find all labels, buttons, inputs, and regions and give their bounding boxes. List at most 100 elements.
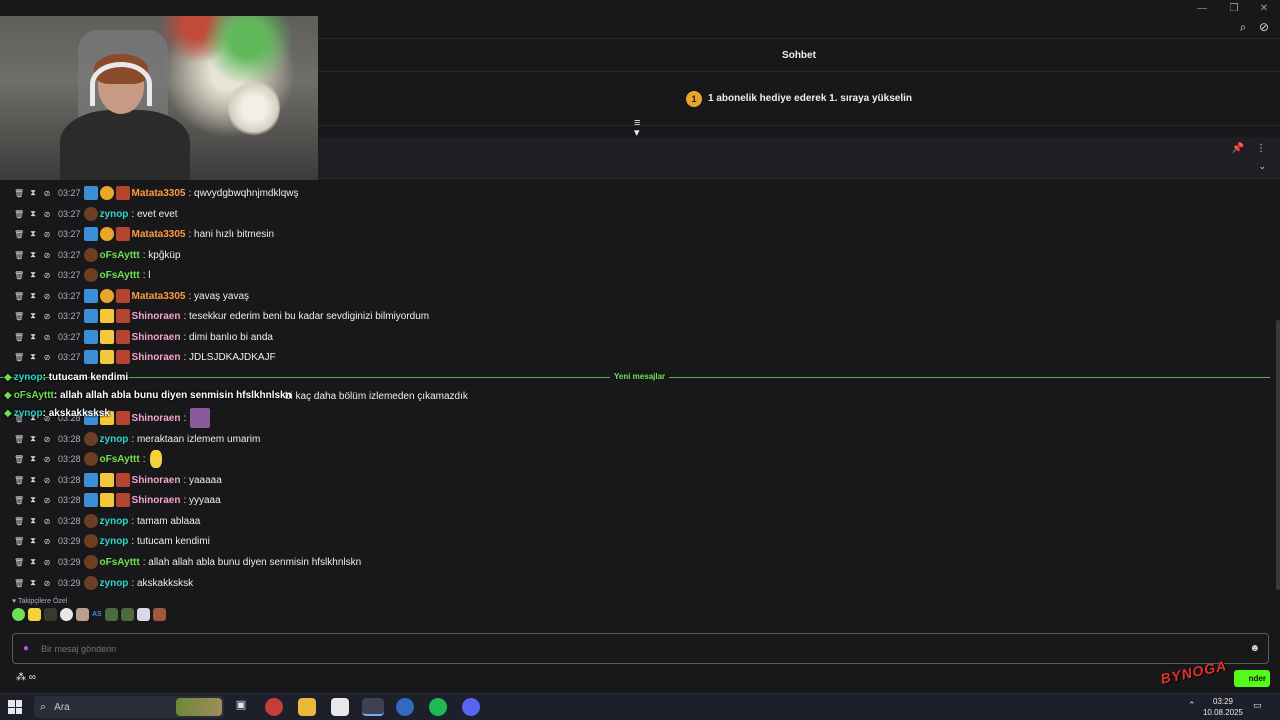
sub-gift-badge-icon[interactable]	[99, 289, 114, 303]
timeout-icon[interactable]: ⧗	[28, 311, 38, 321]
chat-message[interactable]: 🗑 ⧗ ⊘ 03:29 zynop: akskakksksk	[14, 574, 193, 592]
windows-start-icon[interactable]	[8, 700, 22, 714]
chat-message[interactable]: 🗑 ⧗ ⊘ 03:28 oFsAyttt:	[14, 450, 164, 468]
timeout-icon[interactable]: ⧗	[28, 229, 38, 239]
message-username[interactable]: oFsAyttt	[100, 270, 140, 281]
user-badge-icon[interactable]	[83, 555, 98, 569]
app-icon-2[interactable]	[331, 698, 349, 716]
collapse-icon[interactable]: ≡ ▾	[634, 118, 640, 139]
frog-emote-icon[interactable]	[104, 608, 118, 621]
frog2-emote-icon[interactable]	[120, 608, 134, 621]
user-badge-icon[interactable]	[83, 432, 98, 446]
timeout-icon[interactable]: ⧗	[28, 270, 38, 280]
user-badge-icon[interactable]	[83, 248, 98, 262]
chat-message[interactable]: 🗑 ⧗ ⊘ 03:29 zynop: tutucam kendimi	[14, 532, 210, 550]
chat-message[interactable]: 🗑 ⧗ ⊘ 03:28 zynop: tamam ablaaa	[14, 512, 200, 530]
message-username[interactable]: zynop	[100, 536, 129, 547]
chat-message[interactable]: 🗑 ⧗ ⊘ 03:27 oFsAyttt: kpğküp	[14, 246, 181, 264]
delete-icon[interactable]: 🗑	[14, 251, 24, 260]
timeout-icon[interactable]: ⧗	[28, 332, 38, 342]
new-messages-label[interactable]: Yeni mesajlar	[610, 372, 670, 381]
taskbar-widget-icon[interactable]	[176, 698, 222, 716]
delete-icon[interactable]: 🗑	[14, 292, 24, 301]
chat-message[interactable]: 🗑 ⧗ ⊘ 03:28 zynop: meraktaan izlemem umarim	[14, 430, 260, 448]
delete-icon[interactable]: 🗑	[14, 312, 24, 321]
verified-badge-icon[interactable]	[83, 289, 98, 303]
ban-icon[interactable]: ⊘	[42, 476, 52, 485]
hat-emote-icon[interactable]	[44, 608, 57, 621]
sub-badge-icon[interactable]	[115, 186, 130, 200]
sub-badge-icon[interactable]	[115, 289, 130, 303]
sub-gift-badge-icon[interactable]	[99, 227, 114, 241]
heart-emote-icon[interactable]	[12, 608, 25, 621]
verified-badge-icon[interactable]	[83, 330, 98, 344]
delete-icon[interactable]: 🗑	[14, 333, 24, 342]
mic-icon[interactable]: ●	[23, 643, 29, 654]
verified-badge-icon[interactable]	[83, 493, 98, 507]
user-badge-icon[interactable]	[83, 514, 98, 528]
chat-message[interactable]: 🗑 ⧗ ⊘ 03:27 Matata3305: hani hızlı bitmesin	[14, 225, 274, 243]
timeout-icon[interactable]: ⧗	[28, 352, 38, 362]
chat-message[interactable]: 🗑 ⧗ ⊘ 03:27 oFsAyttt: l	[14, 266, 151, 284]
sub-gift-badge-icon[interactable]	[99, 186, 114, 200]
taskbar-clock[interactable]: 03:29 10.08.2025	[1200, 696, 1246, 718]
message-username[interactable]: Matata3305	[132, 291, 186, 302]
discord-icon[interactable]	[462, 698, 480, 716]
ban-icon[interactable]: ⊘	[42, 579, 52, 588]
verified-badge-icon[interactable]	[83, 309, 98, 323]
ban-icon[interactable]: ⊘	[42, 292, 52, 301]
sub-badge-icon[interactable]	[115, 473, 130, 487]
crown-badge-icon[interactable]	[99, 330, 114, 344]
ban-icon[interactable]: ⊘	[42, 251, 52, 260]
task-view-icon[interactable]: ▣	[232, 698, 250, 716]
ban-icon[interactable]: ⊘	[42, 230, 52, 239]
close-button[interactable]: ✕	[1248, 0, 1280, 16]
duck-emote-icon[interactable]	[28, 608, 41, 621]
timeout-icon[interactable]: ⧗	[28, 578, 38, 588]
ban-icon[interactable]: ⊘	[42, 271, 52, 280]
timeout-icon[interactable]: ⧗	[28, 291, 38, 301]
text-emote[interactable]: AS	[92, 611, 102, 618]
notification-icon[interactable]: ▭	[1253, 700, 1262, 711]
restore-button[interactable]: ❐	[1218, 0, 1250, 16]
timeout-icon[interactable]: ⧗	[28, 536, 38, 546]
verified-badge-icon[interactable]	[83, 227, 98, 241]
user-badge-icon[interactable]	[83, 268, 98, 282]
send-button[interactable]: nder	[1234, 670, 1270, 687]
zoom-icon[interactable]: ⌕	[1234, 18, 1252, 36]
gift-leaderboard-banner[interactable]: 1 1 abonelik hediye ederek 1. sıraya yük…	[318, 72, 1280, 126]
chat-scrollbar[interactable]	[1276, 320, 1280, 590]
message-username[interactable]: oFsAyttt	[100, 250, 140, 261]
message-username[interactable]: Shinoraen	[132, 352, 181, 363]
ghost-emote-icon[interactable]	[60, 608, 73, 621]
user-badge-icon[interactable]	[83, 576, 98, 590]
chevron-down-icon[interactable]: ⌄	[1258, 161, 1266, 172]
delete-icon[interactable]: 🗑	[14, 435, 24, 444]
timeout-icon[interactable]: ⧗	[28, 434, 38, 444]
cat-emote-icon[interactable]	[136, 608, 150, 621]
delete-icon[interactable]: 🗑	[14, 455, 24, 464]
timeout-icon[interactable]: ⧗	[28, 209, 38, 219]
channel-points[interactable]: ⁂ ∞	[16, 672, 36, 683]
message-username[interactable]: oFsAyttt	[100, 557, 140, 568]
ban-icon[interactable]: ⊘	[42, 558, 52, 567]
delete-icon[interactable]: 🗑	[14, 517, 24, 526]
sub-badge-icon[interactable]	[115, 493, 130, 507]
message-username[interactable]: Shinoraen	[132, 413, 181, 424]
ban-icon[interactable]: ⊘	[42, 537, 52, 546]
user-badge-icon[interactable]	[83, 207, 98, 221]
app-icon-1[interactable]	[265, 698, 283, 716]
delete-icon[interactable]: 🗑	[14, 496, 24, 505]
timeout-icon[interactable]: ⧗	[28, 188, 38, 198]
chat-message[interactable]: 🗑 ⧗ ⊘ 03:27 zynop: evet evet	[14, 205, 178, 223]
chat-message[interactable]: 🗑 ⧗ ⊘ 03:27 Shinoraen: dimi banlıo bi anda	[14, 328, 273, 346]
minimize-button[interactable]: —	[1186, 0, 1218, 16]
delete-icon[interactable]: 🗑	[14, 476, 24, 485]
spotify-icon[interactable]	[429, 698, 447, 716]
verified-badge-icon[interactable]	[83, 186, 98, 200]
ban-icon[interactable]: ⊘	[42, 455, 52, 464]
message-input-box[interactable]: ● ☻	[12, 633, 1269, 664]
message-username[interactable]: Shinoraen	[132, 311, 181, 322]
message-username[interactable]: Shinoraen	[132, 475, 181, 486]
chat-message[interactable]: 🗑 ⧗ ⊘ 03:27 Matata3305: qwvydgbwqhnjmdklqwş	[14, 184, 299, 202]
